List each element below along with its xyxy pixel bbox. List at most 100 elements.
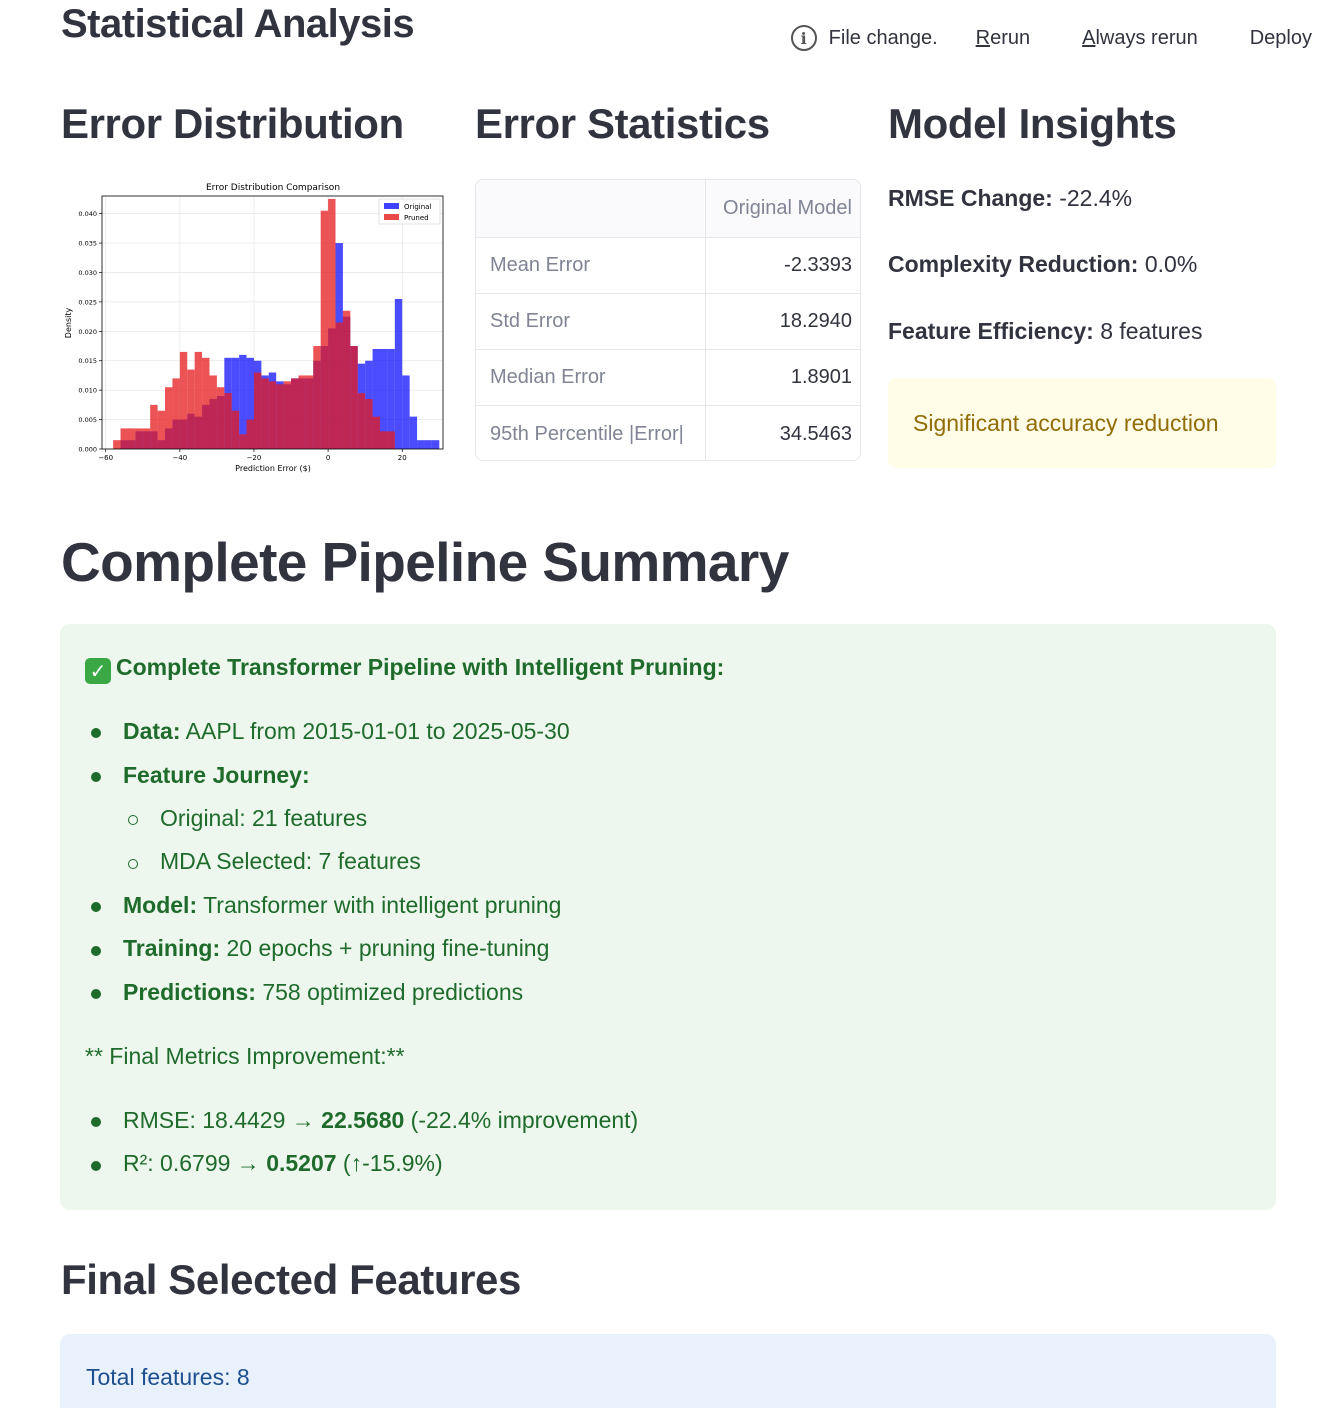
deploy-button[interactable]: Deploy [1250, 27, 1312, 50]
histogram-bar [387, 431, 395, 449]
histogram-bar [150, 404, 158, 449]
histogram-bar [253, 372, 262, 449]
list-item-rmse: RMSE: 18.4429 → 22.5680 (-22.4% improvem… [123, 1107, 638, 1134]
pipeline-summary-heading: Complete Pipeline Summary [61, 531, 789, 593]
model-label: Model: [123, 892, 198, 918]
histogram-bar [417, 440, 425, 449]
total-features-text: Total features: 8 [86, 1364, 250, 1390]
pipeline-heading-line: ✓ Complete Transformer Pipeline with Inte… [85, 654, 724, 684]
histogram-bar [268, 381, 277, 449]
error-distribution-heading: Error Distribution [61, 100, 404, 147]
table-row: Mean Error -2.3393 [476, 238, 860, 294]
row-label: Median Error [476, 350, 706, 405]
table-header-original-model[interactable]: Original Model [706, 180, 860, 237]
status-text: File change. [828, 26, 938, 49]
chart-title: Error Distribution Comparison [206, 183, 340, 193]
y-tick-label: 0.035 [78, 240, 97, 248]
histogram-bar [394, 298, 403, 449]
rmse-change-value: -22.4% [1059, 185, 1133, 211]
x-axis-label: Prediction Error ($) [235, 464, 311, 473]
legend-swatch-original [384, 203, 399, 209]
rerun-button[interactable]: Rerun [976, 27, 1030, 50]
pipeline-success-box: ✓ Complete Transformer Pipeline with Inte… [60, 624, 1276, 1210]
row-value: 34.5463 [779, 422, 852, 445]
histogram-bar [402, 375, 410, 449]
rmse-change-insight: RMSE Change: -22.4% [888, 185, 1132, 212]
page-title: Statistical Analysis [61, 2, 415, 46]
bullet-icon [91, 728, 101, 738]
histogram-bar [320, 210, 329, 449]
complexity-reduction-insight: Complexity Reduction: 0.0% [888, 251, 1197, 278]
rmse-prefix: RMSE: 18.4429 → [123, 1107, 322, 1133]
r2-suffix: (↑-15.9%) [336, 1150, 443, 1176]
histogram-bar [142, 428, 151, 449]
histogram-bar [313, 346, 321, 449]
rmse-change-label: RMSE Change: [888, 185, 1053, 211]
histogram-bar [357, 393, 366, 449]
feature-efficiency-insight: Feature Efficiency: 8 features [888, 318, 1202, 345]
training-value: 20 epochs + pruning fine-tuning [226, 935, 550, 961]
complexity-value: 0.0% [1144, 251, 1198, 277]
x-tick-label: −20 [247, 454, 262, 462]
list-item-model: Model: Transformer with intelligent prun… [123, 892, 561, 919]
bullet-icon [91, 989, 101, 999]
file-change-status: i File change. [790, 25, 938, 51]
histogram-bar [291, 378, 299, 449]
efficiency-value: 8 features [1100, 318, 1203, 344]
histogram-bar [239, 434, 247, 449]
accuracy-warning-alert: Significant accuracy reduction [888, 378, 1276, 468]
row-label: Std Error [476, 294, 706, 349]
bullet-icon [91, 946, 101, 956]
model-insights-heading: Model Insights [888, 100, 1177, 147]
x-tick-label: −40 [172, 454, 187, 462]
r2-new-value: 0.5207 [266, 1150, 337, 1176]
histogram-bar [424, 440, 432, 449]
legend-label-original: Original [404, 203, 431, 211]
row-label: Mean Error [476, 238, 706, 293]
x-tick-label: −60 [98, 454, 113, 462]
journey-original: Original: 21 features [160, 805, 368, 831]
x-tick-label: 20 [398, 454, 407, 462]
predictions-value: 758 optimized predictions [262, 979, 524, 1005]
histogram-bar [120, 428, 128, 449]
bullet-icon [91, 902, 101, 912]
histogram-bar [202, 357, 210, 449]
histogram-bar [231, 410, 240, 449]
bullet-icon [91, 1117, 101, 1127]
histogram-bar [365, 398, 373, 449]
rmse-suffix: (-22.4% improvement) [404, 1107, 639, 1133]
model-value: Transformer with intelligent pruning [203, 892, 562, 918]
complexity-label: Complexity Reduction: [888, 251, 1139, 277]
histogram-bar [261, 378, 269, 449]
pipeline-heading: Complete Transformer Pipeline with Intel… [116, 654, 725, 680]
histogram-bar [127, 428, 136, 449]
check-mark-icon: ✓ [85, 658, 111, 684]
y-tick-label: 0.010 [78, 387, 97, 395]
sub-bullet-icon [128, 859, 138, 869]
legend-label-pruned: Pruned [404, 214, 429, 222]
list-item-training: Training: 20 epochs + pruning fine-tunin… [123, 935, 549, 962]
always-rerun-button[interactable]: Always rerun [1082, 27, 1198, 50]
histogram-bar [372, 416, 380, 449]
data-value: AAPL from 2015-01-01 to 2025-05-30 [185, 718, 570, 744]
list-item-feature-journey: Feature Journey: [123, 762, 310, 789]
histogram-bar [276, 384, 284, 449]
final-features-heading: Final Selected Features [61, 1256, 521, 1303]
table-row: Median Error 1.8901 [476, 350, 860, 406]
y-axis-label: Density [64, 308, 73, 339]
sub-bullet-icon [128, 815, 138, 825]
histogram-bar [157, 410, 166, 449]
y-tick-label: 0.025 [78, 298, 97, 306]
histogram-bar [216, 387, 225, 449]
table-header-row: Original Model [476, 180, 860, 238]
data-label: Data: [123, 718, 181, 744]
histogram-bar [135, 428, 143, 449]
histogram-bar [172, 378, 180, 449]
app-toolbar: i File change. Rerun Always rerun Deploy [790, 20, 1312, 56]
error-statistics-table: Original Model Mean Error -2.3393 Std Er… [475, 179, 861, 461]
predictions-label: Predictions: [123, 979, 256, 1005]
histogram-bar [350, 346, 358, 449]
table-row: Std Error 18.2940 [476, 294, 860, 350]
histogram-bar [194, 351, 203, 449]
row-label: 95th Percentile |Error| [476, 406, 706, 460]
